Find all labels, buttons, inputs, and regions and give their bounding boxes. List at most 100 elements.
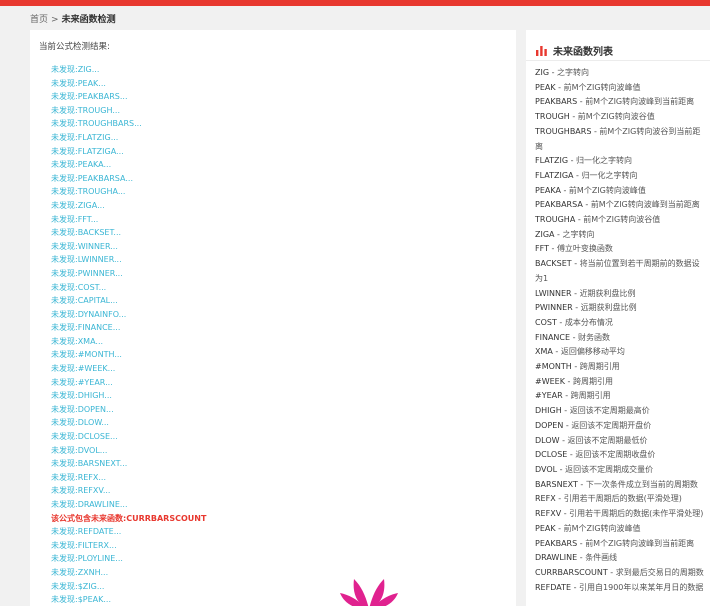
function-name: REFX	[535, 494, 556, 504]
function-list-item[interactable]: DVOL - 返回该不定周期成交量价	[535, 463, 707, 478]
result-item[interactable]: 未发现:$ZIG...	[51, 580, 511, 594]
result-item[interactable]: 未发现:FLATZIGA...	[51, 145, 511, 159]
function-list-item[interactable]: REFX - 引用若干周期后的数据(平滑处理)	[535, 492, 707, 507]
function-list-item[interactable]: PEAKBARS - 前M个ZIG转向波峰到当前距离	[535, 95, 707, 110]
result-item[interactable]: 未发现:DCLOSE...	[51, 430, 511, 444]
function-name: #MONTH	[535, 362, 572, 372]
result-item[interactable]: 未发现:#YEAR...	[51, 376, 511, 390]
function-description: 财务函数	[578, 332, 611, 342]
function-list-item[interactable]: #YEAR - 跨周期引用	[535, 389, 707, 404]
function-list-item[interactable]: REFXV - 引用若干周期后的数据(未作平滑处理)	[535, 507, 707, 522]
function-list-item[interactable]: #WEEK - 跨周期引用	[535, 375, 707, 390]
function-list-item[interactable]: REFDATE - 引用自1900年以来某年月日的数据	[535, 581, 707, 596]
function-list-item[interactable]: COST - 成本分布情况	[535, 316, 707, 331]
function-list-item[interactable]: DCLOSE - 返回该不定周期收盘价	[535, 448, 707, 463]
result-item[interactable]: 未发现:LWINNER...	[51, 253, 511, 267]
function-list-item[interactable]: DLOW - 返回该不定周期最低价	[535, 434, 707, 449]
result-item[interactable]: 未发现:DYNAINFO...	[51, 308, 511, 322]
function-description: 归一化之字转向	[581, 170, 638, 180]
result-item[interactable]: 未发现:ZIGA...	[51, 199, 511, 213]
result-item[interactable]: 未发现:REFX...	[51, 471, 511, 485]
result-item[interactable]: 未发现:PEAKA...	[51, 158, 511, 172]
function-name: #YEAR	[535, 391, 563, 401]
result-item[interactable]: 未发现:FLATZIG...	[51, 131, 511, 145]
result-item[interactable]: 未发现:REFDATE...	[51, 525, 511, 539]
result-item-hit[interactable]: 该公式包含未来函数:CURRBARSCOUNT	[51, 512, 511, 526]
result-list: 未发现:ZIG... 未发现:PEAK... 未发现:PEAKBARS... 未发现:…	[51, 63, 511, 606]
breadcrumb-home-link[interactable]: 首页	[30, 15, 48, 25]
function-list-item[interactable]: PEAK - 前M个ZIG转向波峰值	[535, 81, 707, 96]
result-item[interactable]: 未发现:ZIG...	[51, 63, 511, 77]
function-name: ZIGA	[535, 229, 555, 239]
result-item[interactable]: 未发现:#MONTH...	[51, 348, 511, 362]
function-list-item[interactable]: PEAKBARS - 前M个ZIG转向波峰到当前距离	[535, 537, 707, 552]
function-list-item[interactable]: TROUGH - 前M个ZIG转向波谷值	[535, 110, 707, 125]
result-item[interactable]: 未发现:DHIGH...	[51, 389, 511, 403]
list-title: 未来函数列表	[553, 46, 613, 58]
function-list-item[interactable]: PWINNER - 远期获利盘比例	[535, 301, 707, 316]
function-separator: -	[568, 156, 577, 166]
function-list-item[interactable]: DRAWLINE - 条件画线	[535, 551, 707, 566]
function-separator: -	[570, 332, 579, 342]
result-item[interactable]: 未发现:COST...	[51, 281, 511, 295]
result-item[interactable]: 未发现:BACKSET...	[51, 226, 511, 240]
function-list-item[interactable]: XMA - 返回偏移移动平均	[535, 345, 707, 360]
result-item[interactable]: 未发现:PEAKBARS...	[51, 90, 511, 104]
function-list-item[interactable]: FLATZIG - 归一化之字转向	[535, 154, 707, 169]
result-item[interactable]: 未发现:TROUGHBARS...	[51, 117, 511, 131]
result-item[interactable]: 未发现:PWINNER...	[51, 267, 511, 281]
result-item[interactable]: 未发现:PLOYLINE...	[51, 552, 511, 566]
function-list-item[interactable]: CURRBARSCOUNT - 求到最后交易日的周期数	[535, 566, 707, 581]
function-description: 前M个ZIG转向波峰到当前距离	[585, 538, 695, 548]
function-list-item[interactable]: #MONTH - 跨周期引用	[535, 360, 707, 375]
function-list-item[interactable]: FFT - 傅立叶变换函数	[535, 242, 707, 257]
function-list-item[interactable]: PEAKBARSA - 前M个ZIG转向波峰到当前距离	[535, 198, 707, 213]
function-description: 引用若干周期后的数据(平滑处理)	[563, 494, 682, 504]
function-list-item[interactable]: DOPEN - 返回该不定周期开盘价	[535, 419, 707, 434]
result-item[interactable]: 未发现:FINANCE...	[51, 321, 511, 335]
function-name: PEAKBARS	[535, 97, 578, 107]
result-item[interactable]: 未发现:DRAWLINE...	[51, 498, 511, 512]
result-item[interactable]: 未发现:REFXV...	[51, 484, 511, 498]
result-item[interactable]: 未发现:CAPITAL...	[51, 294, 511, 308]
function-list-item[interactable]: PEAK - 前M个ZIG转向波峰值	[535, 522, 707, 537]
result-item[interactable]: 未发现:DVOL...	[51, 444, 511, 458]
function-list-item[interactable]: ZIGA - 之字转向	[535, 228, 707, 243]
result-item[interactable]: 未发现:$PEAK...	[51, 593, 511, 606]
function-description: 前M个ZIG转向波谷值	[577, 112, 655, 122]
function-separator: -	[548, 244, 557, 254]
result-item[interactable]: 未发现:DOPEN...	[51, 403, 511, 417]
function-name: XMA	[535, 347, 553, 357]
list-header: 未来函数列表	[536, 42, 613, 58]
function-name: FINANCE	[535, 332, 571, 342]
result-item[interactable]: 未发现:BARSNEXT...	[51, 457, 511, 471]
function-list-item[interactable]: PEAKA - 前M个ZIG转向波峰值	[535, 184, 707, 199]
result-item[interactable]: 未发现:FILTERX...	[51, 539, 511, 553]
breadcrumb: 首页 > 未来函数检测	[30, 15, 116, 25]
bar-chart-icon	[536, 45, 547, 56]
function-list-item[interactable]: ZIG - 之字转向	[535, 66, 707, 81]
result-item[interactable]: 未发现:XMA...	[51, 335, 511, 349]
result-item[interactable]: 未发现:FFT...	[51, 213, 511, 227]
function-list-item[interactable]: LWINNER - 近期获利盘比例	[535, 287, 707, 302]
function-list-item[interactable]: BACKSET - 将当前位置到若干周期前的数据设为1	[535, 257, 707, 286]
function-list-item[interactable]: TROUGHA - 前M个ZIG转向波谷值	[535, 213, 707, 228]
function-separator: -	[572, 303, 581, 313]
result-item[interactable]: 未发现:ZXNH...	[51, 566, 511, 580]
function-list-item[interactable]: TROUGHBARS - 前M个ZIG转向波谷到当前距离	[535, 125, 707, 154]
result-item[interactable]: 未发现:WINNER...	[51, 240, 511, 254]
result-item[interactable]: 未发现:DLOW...	[51, 416, 511, 430]
function-list-item[interactable]: FLATZIGA - 归一化之字转向	[535, 169, 707, 184]
result-item[interactable]: 未发现:PEAK...	[51, 77, 511, 91]
result-item[interactable]: 未发现:PEAKBARSA...	[51, 172, 511, 186]
function-list-item[interactable]: FINANCE - 财务函数	[535, 331, 707, 346]
function-name: #WEEK	[535, 376, 565, 386]
result-item[interactable]: 未发现:TROUGHA...	[51, 185, 511, 199]
result-item[interactable]: 未发现:#WEEK...	[51, 362, 511, 376]
function-name: FLATZIG	[535, 156, 569, 166]
function-description: 前M个ZIG转向波峰到当前距离	[585, 97, 695, 107]
function-list-item[interactable]: DHIGH - 返回该不定周期最高价	[535, 404, 707, 419]
function-separator: -	[571, 259, 580, 269]
result-item[interactable]: 未发现:TROUGH...	[51, 104, 511, 118]
function-list-item[interactable]: BARSNEXT - 下一次条件成立到当前的周期数	[535, 478, 707, 493]
